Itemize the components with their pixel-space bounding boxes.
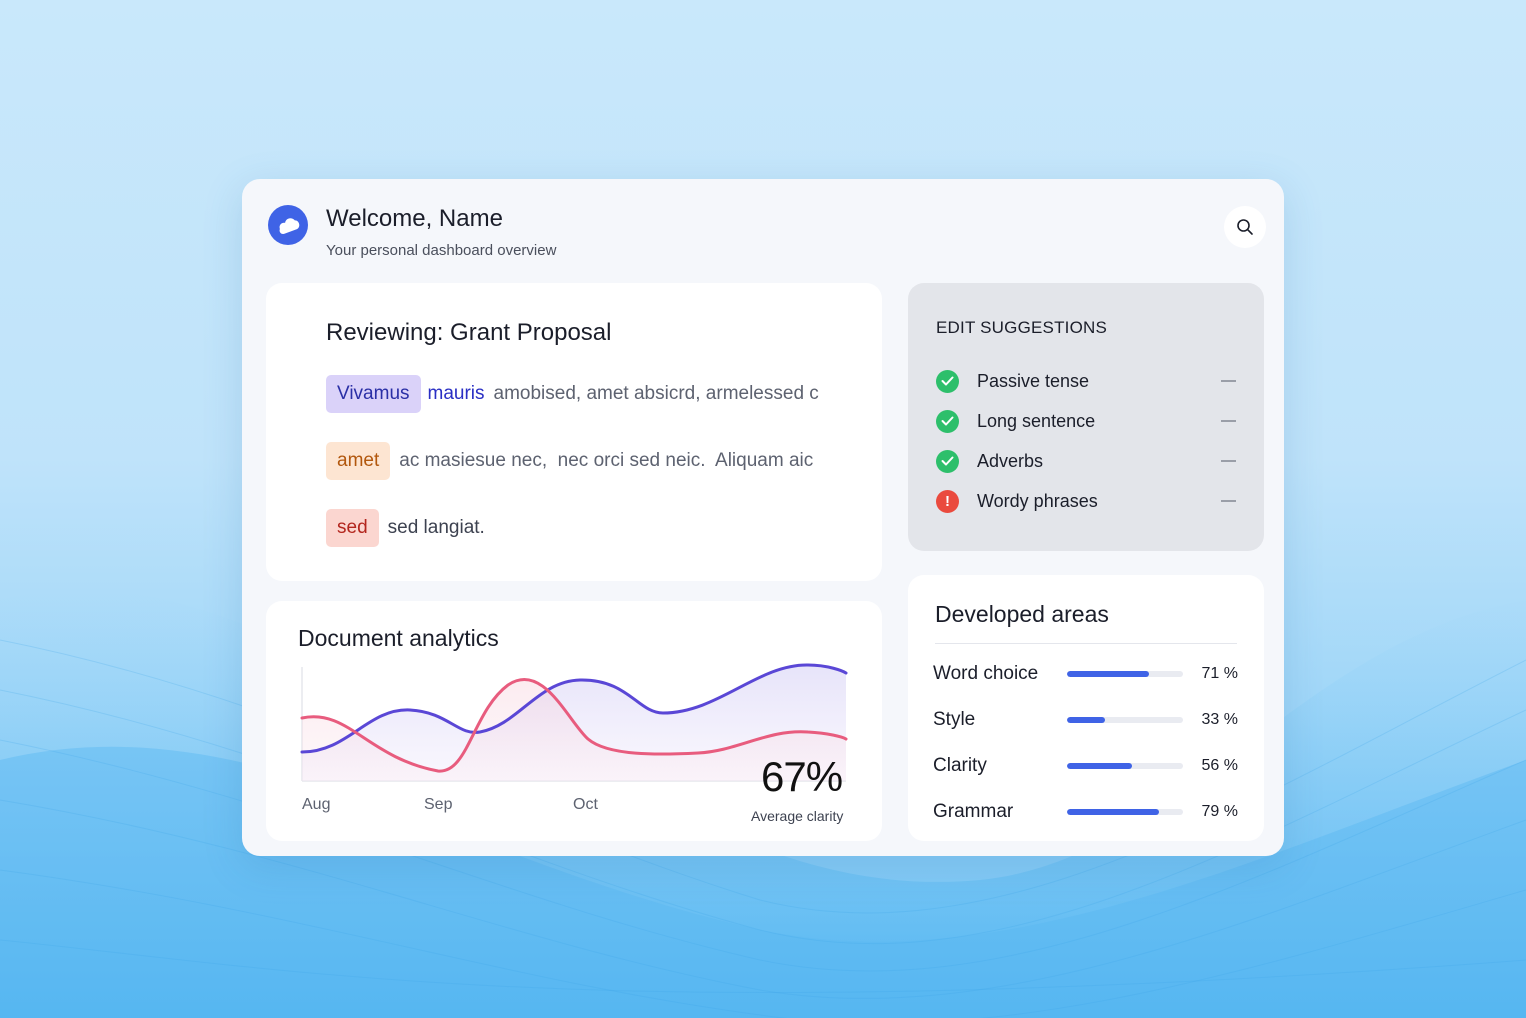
check-circle-icon	[936, 409, 959, 433]
area-label: Word choice	[933, 663, 1039, 684]
progress-track	[1067, 809, 1183, 815]
highlight-tag-sed[interactable]: sed	[326, 509, 379, 547]
progress-track	[1067, 763, 1183, 769]
review-line-1: Vivamus mauris amobised, amet absicrd, a…	[326, 375, 819, 413]
progress-fill	[1067, 763, 1132, 769]
progress-fill	[1067, 809, 1159, 815]
page-subtitle: Your personal dashboard overview	[326, 242, 557, 259]
area-percent: 71 %	[1201, 665, 1238, 682]
divider	[935, 643, 1237, 644]
page-title: Welcome, Name	[326, 205, 503, 232]
suggestion-label: Passive tense	[977, 370, 1090, 391]
edit-suggestions-panel: EDIT SUGGESTIONS Passive tense Long sent…	[908, 283, 1264, 551]
minus-icon[interactable]	[1221, 420, 1236, 422]
highlight-word-mauris[interactable]: mauris	[428, 383, 485, 405]
suggestion-item-long-sentence[interactable]: Long sentence	[936, 408, 1236, 434]
review-text: ac masiesue nec, nec orci sed neic. Aliq…	[399, 450, 814, 471]
x-tick-label: Sep	[424, 796, 453, 813]
review-line-2: amet ac masiesue nec, nec orci sed neic.…	[326, 442, 813, 480]
average-clarity-value: 67%	[761, 753, 843, 800]
x-tick-label: Aug	[302, 796, 331, 813]
suggestion-label: Long sentence	[977, 410, 1096, 431]
minus-icon[interactable]	[1221, 380, 1236, 382]
dashboard-card: Welcome, Name Your personal dashboard ov…	[242, 179, 1284, 856]
area-row-clarity: Clarity 56 %	[933, 753, 1238, 779]
document-analytics-panel: Document analytics Aug Sep Oct 67% Avera…	[266, 601, 882, 841]
suggestion-label: Wordy phrases	[977, 490, 1098, 511]
review-title: Reviewing: Grant Proposal	[326, 319, 612, 346]
check-circle-icon	[936, 449, 959, 473]
suggestion-item-wordy-phrases[interactable]: ! Wordy phrases	[936, 488, 1236, 514]
area-row-word-choice: Word choice 71 %	[933, 661, 1238, 687]
review-text: amobised, amet absicrd, armelessed c	[493, 383, 819, 404]
area-row-style: Style 33 %	[933, 707, 1238, 733]
review-text: sed langiat.	[387, 517, 485, 538]
area-label: Clarity	[933, 755, 987, 776]
developed-areas-panel: Developed areas Word choice 71 % Style 3…	[908, 575, 1264, 841]
review-panel: Reviewing: Grant Proposal Vivamus mauris…	[266, 283, 882, 581]
suggestions-title: EDIT SUGGESTIONS	[936, 318, 1108, 337]
search-icon	[1237, 219, 1253, 235]
progress-track	[1067, 717, 1183, 723]
suggestion-label: Adverbs	[977, 450, 1044, 471]
review-line-3: sed sed langiat.	[326, 509, 485, 547]
search-button[interactable]	[1224, 206, 1266, 248]
area-percent: 56 %	[1201, 757, 1238, 774]
average-clarity-label: Average clarity	[751, 808, 844, 824]
analytics-title: Document analytics	[298, 625, 499, 651]
highlight-tag-amet[interactable]: amet	[326, 442, 391, 480]
minus-icon[interactable]	[1221, 460, 1236, 462]
alert-circle-icon: !	[936, 489, 959, 513]
x-tick-label: Oct	[573, 796, 598, 813]
minus-icon[interactable]	[1221, 500, 1236, 502]
area-row-grammar: Grammar 79 %	[933, 799, 1238, 825]
progress-fill	[1067, 671, 1150, 677]
area-label: Style	[933, 709, 976, 730]
area-percent: 33 %	[1201, 711, 1238, 728]
area-label: Grammar	[933, 801, 1014, 822]
highlight-tag-vivamus[interactable]: Vivamus	[326, 375, 421, 413]
suggestion-item-adverbs[interactable]: Adverbs	[936, 448, 1236, 474]
cloud-logo-icon	[268, 205, 308, 245]
progress-track	[1067, 671, 1183, 677]
suggestion-item-passive-tense[interactable]: Passive tense	[936, 368, 1236, 394]
check-circle-icon	[936, 369, 959, 393]
areas-title: Developed areas	[935, 601, 1109, 627]
area-percent: 79 %	[1201, 803, 1238, 820]
progress-fill	[1067, 717, 1106, 723]
